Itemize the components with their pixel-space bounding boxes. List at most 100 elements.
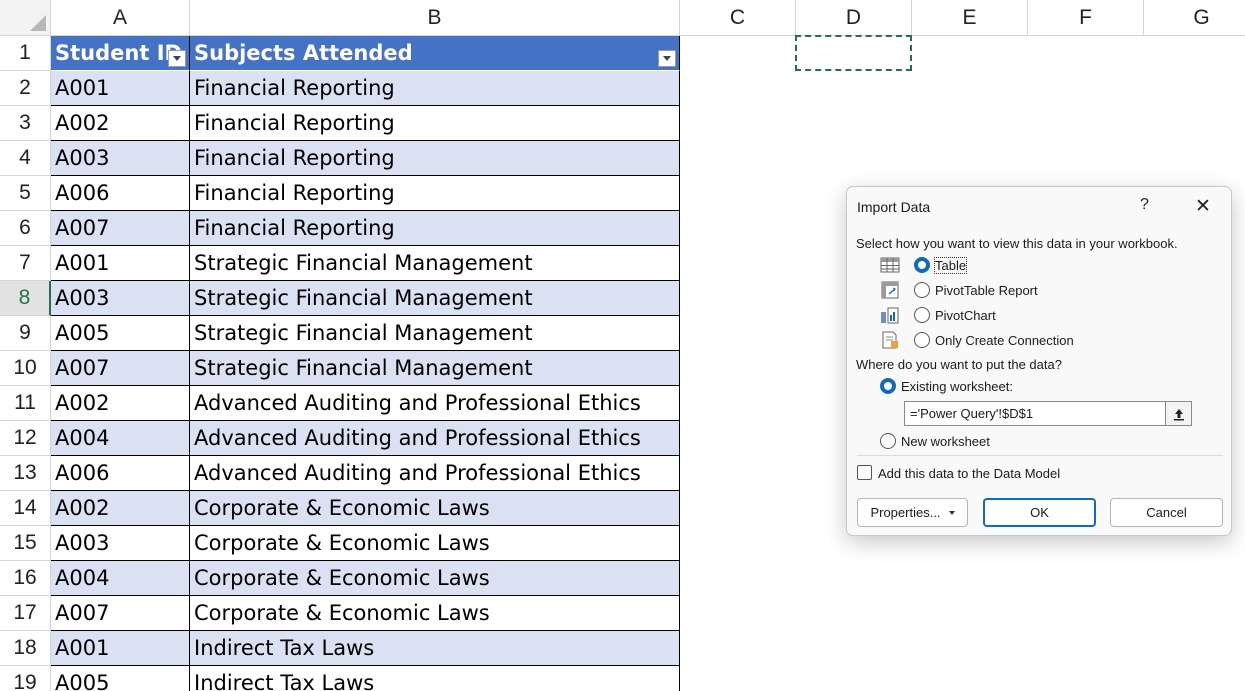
column-header-a[interactable]: A — [51, 0, 190, 36]
table-radio[interactable] — [914, 257, 930, 273]
select-all-corner[interactable] — [0, 0, 51, 36]
table-cell[interactable]: Financial Reporting — [190, 106, 680, 141]
column-header-e[interactable]: E — [912, 0, 1028, 36]
row-header-6[interactable]: 6 — [0, 211, 51, 246]
table-cell[interactable]: A006 — [51, 176, 190, 211]
filter-arrow-icon — [663, 56, 671, 61]
table-cell[interactable]: A006 — [51, 456, 190, 491]
properties-button[interactable]: Properties... — [857, 498, 968, 527]
table-cell[interactable]: Corporate & Economic Laws — [190, 561, 680, 596]
view-prompt: Select how you want to view this data in… — [856, 236, 1178, 251]
table-cell[interactable]: A001 — [51, 71, 190, 106]
table-cell[interactable]: Financial Reporting — [190, 71, 680, 106]
table-cell[interactable]: A002 — [51, 106, 190, 141]
row-header-3[interactable]: 3 — [0, 106, 51, 141]
table-cell[interactable]: A007 — [51, 351, 190, 386]
row-header-10[interactable]: 10 — [0, 351, 51, 386]
table-cell[interactable]: A003 — [51, 526, 190, 561]
pivottable-radio[interactable] — [914, 282, 930, 298]
connection-option-label[interactable]: Only Create Connection — [935, 333, 1074, 348]
table-cell[interactable]: A002 — [51, 491, 190, 526]
table-cell[interactable]: Corporate & Economic Laws — [190, 491, 680, 526]
collapse-dialog-button[interactable] — [1165, 401, 1192, 426]
properties-button-label: Properties... — [870, 505, 941, 520]
table-cell[interactable]: A001 — [51, 246, 190, 281]
table-cell[interactable]: Strategic Financial Management — [190, 351, 680, 386]
table-cell[interactable]: Corporate & Economic Laws — [190, 596, 680, 631]
filter-arrow-icon — [173, 56, 181, 61]
row-header-1[interactable]: 1 — [0, 36, 51, 71]
chevron-down-icon — [948, 510, 955, 515]
table-option-label[interactable]: Table — [933, 257, 968, 274]
row-header-15[interactable]: 15 — [0, 526, 51, 561]
column-header-f[interactable]: F — [1028, 0, 1144, 36]
table-cell[interactable]: Advanced Auditing and Professional Ethic… — [190, 386, 680, 421]
row-header-9[interactable]: 9 — [0, 316, 51, 351]
pivotchart-option-label[interactable]: PivotChart — [935, 308, 996, 323]
row-header-12[interactable]: 12 — [0, 421, 51, 456]
filter-dropdown-button[interactable] — [658, 50, 676, 67]
table-cell[interactable]: A005 — [51, 666, 190, 691]
ok-button[interactable]: OK — [983, 498, 1096, 527]
row-header-2[interactable]: 2 — [0, 71, 51, 106]
column-header-c[interactable]: C — [680, 0, 796, 36]
table-cell[interactable]: A007 — [51, 211, 190, 246]
row-header-17[interactable]: 17 — [0, 596, 51, 631]
table-cell[interactable]: Corporate & Economic Laws — [190, 526, 680, 561]
row-header-18[interactable]: 18 — [0, 631, 51, 666]
table-cell[interactable]: A007 — [51, 596, 190, 631]
row-header-14[interactable]: 14 — [0, 491, 51, 526]
table-cell[interactable]: Financial Reporting — [190, 211, 680, 246]
column-header-d[interactable]: D — [796, 0, 912, 36]
connection-radio[interactable] — [914, 332, 930, 348]
data-model-label[interactable]: Add this data to the Data Model — [878, 466, 1060, 481]
table-cell[interactable]: Advanced Auditing and Professional Ethic… — [190, 421, 680, 456]
table-cell[interactable]: A003 — [51, 281, 190, 316]
dialog-divider — [857, 455, 1223, 456]
copy-marquee-d1 — [795, 35, 912, 71]
table-cell[interactable]: Indirect Tax Laws — [190, 666, 680, 691]
row-header-7[interactable]: 7 — [0, 246, 51, 281]
row-header-13[interactable]: 13 — [0, 456, 51, 491]
row-header-11[interactable]: 11 — [0, 386, 51, 421]
column-header-g[interactable]: G — [1144, 0, 1245, 36]
existing-worksheet-radio[interactable] — [880, 378, 896, 394]
table-header-cell[interactable]: Student ID — [51, 36, 190, 71]
reference-input[interactable]: ='Power Query'!$D$1 — [904, 401, 1192, 426]
table-cell[interactable]: Strategic Financial Management — [190, 316, 680, 351]
help-button[interactable]: ? — [1140, 196, 1149, 214]
select-all-icon — [30, 15, 46, 31]
table-cell[interactable]: Indirect Tax Laws — [190, 631, 680, 666]
table-cell[interactable]: Financial Reporting — [190, 141, 680, 176]
cancel-button[interactable]: Cancel — [1110, 498, 1223, 527]
location-prompt: Where do you want to put the data? — [856, 357, 1062, 372]
table-cell[interactable]: A005 — [51, 316, 190, 351]
pivotchart-radio[interactable] — [914, 307, 930, 323]
row-header-16[interactable]: 16 — [0, 561, 51, 596]
table-cell[interactable]: Advanced Auditing and Professional Ethic… — [190, 456, 680, 491]
table-cell[interactable]: A001 — [51, 631, 190, 666]
pivotchart-icon — [881, 307, 899, 324]
row-header-5[interactable]: 5 — [0, 176, 51, 211]
table-cell[interactable]: Strategic Financial Management — [190, 246, 680, 281]
new-worksheet-label[interactable]: New worksheet — [901, 434, 990, 449]
row-header-8[interactable]: 8 — [0, 281, 51, 316]
pivottable-icon — [881, 281, 899, 299]
data-model-checkbox[interactable] — [857, 465, 872, 480]
table-cell[interactable]: Strategic Financial Management — [190, 281, 680, 316]
table-header-cell[interactable]: Subjects Attended — [190, 36, 680, 71]
table-cell[interactable]: A004 — [51, 561, 190, 596]
pivottable-option-label[interactable]: PivotTable Report — [935, 283, 1038, 298]
existing-worksheet-label[interactable]: Existing worksheet: — [901, 379, 1013, 394]
table-cell[interactable]: Financial Reporting — [190, 176, 680, 211]
table-cell[interactable]: A003 — [51, 141, 190, 176]
new-worksheet-radio[interactable] — [880, 433, 896, 449]
row-header-4[interactable]: 4 — [0, 141, 51, 176]
dialog-title: Import Data — [857, 199, 931, 215]
table-cell[interactable]: A002 — [51, 386, 190, 421]
table-cell[interactable]: A004 — [51, 421, 190, 456]
close-button[interactable]: ✕ — [1190, 194, 1216, 218]
filter-dropdown-button[interactable] — [168, 50, 186, 67]
row-header-19[interactable]: 19 — [0, 666, 51, 691]
column-header-b[interactable]: B — [190, 0, 680, 36]
